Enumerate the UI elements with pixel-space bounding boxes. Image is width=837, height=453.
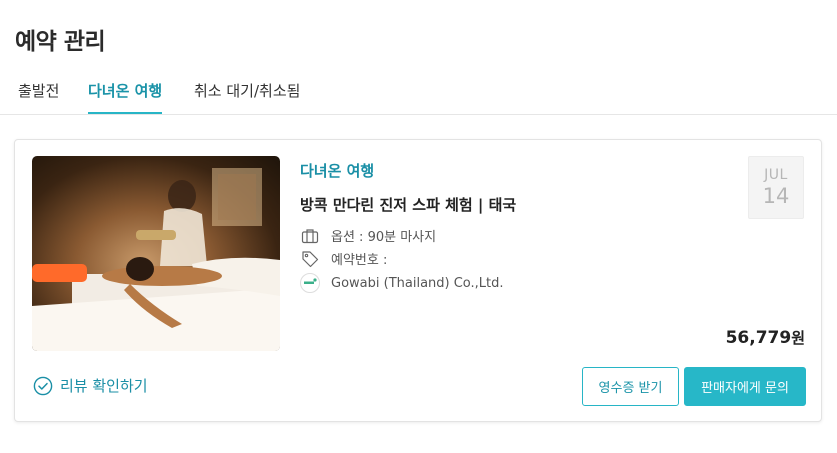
seller-row: Gowabi (Thailand) Co.,Ltd.: [300, 273, 504, 293]
review-link-label: 리뷰 확인하기: [60, 377, 148, 395]
receipt-button[interactable]: 영수증 받기: [582, 367, 679, 406]
product-thumbnail[interactable]: [32, 156, 280, 351]
tab-bar: 출발전 다녀온 여행 취소 대기/취소됨: [0, 70, 837, 115]
tab-cancelled[interactable]: 취소 대기/취소됨: [194, 80, 300, 112]
option-text: 옵션 : 90분 마사지: [331, 230, 437, 245]
review-link[interactable]: 리뷰 확인하기: [33, 375, 148, 396]
contact-seller-button[interactable]: 판매자에게 문의: [684, 367, 806, 406]
date-month: JUL: [764, 167, 788, 183]
reservation-number-row: 예약번호 :: [300, 249, 387, 268]
price-amount: 56,779: [725, 328, 792, 348]
option-row: 옵션 : 90분 마사지: [300, 226, 436, 245]
check-circle-icon: [33, 376, 53, 396]
date-day: 14: [762, 184, 790, 208]
price: 56,779원: [726, 327, 805, 348]
date-badge: JUL 14: [748, 156, 804, 219]
briefcase-icon: [300, 227, 320, 245]
seller-name: Gowabi (Thailand) Co.,Ltd.: [331, 275, 504, 291]
tab-upcoming[interactable]: 출발전: [18, 80, 59, 112]
seller-logo-icon: [300, 273, 320, 293]
page-title: 예약 관리: [15, 29, 106, 55]
tag-icon: [300, 250, 320, 268]
reservation-card: 다녀온 여행 방콕 만다린 진저 스파 체험 | 태국 옵션 : 90분 마사지…: [14, 139, 822, 422]
price-unit: 원: [791, 329, 805, 347]
product-name[interactable]: 방콕 만다린 진저 스파 체험 | 태국: [300, 194, 516, 215]
reservation-number-text: 예약번호 :: [331, 253, 388, 268]
tab-completed[interactable]: 다녀온 여행: [88, 80, 163, 114]
reservation-status: 다녀온 여행: [300, 162, 375, 180]
